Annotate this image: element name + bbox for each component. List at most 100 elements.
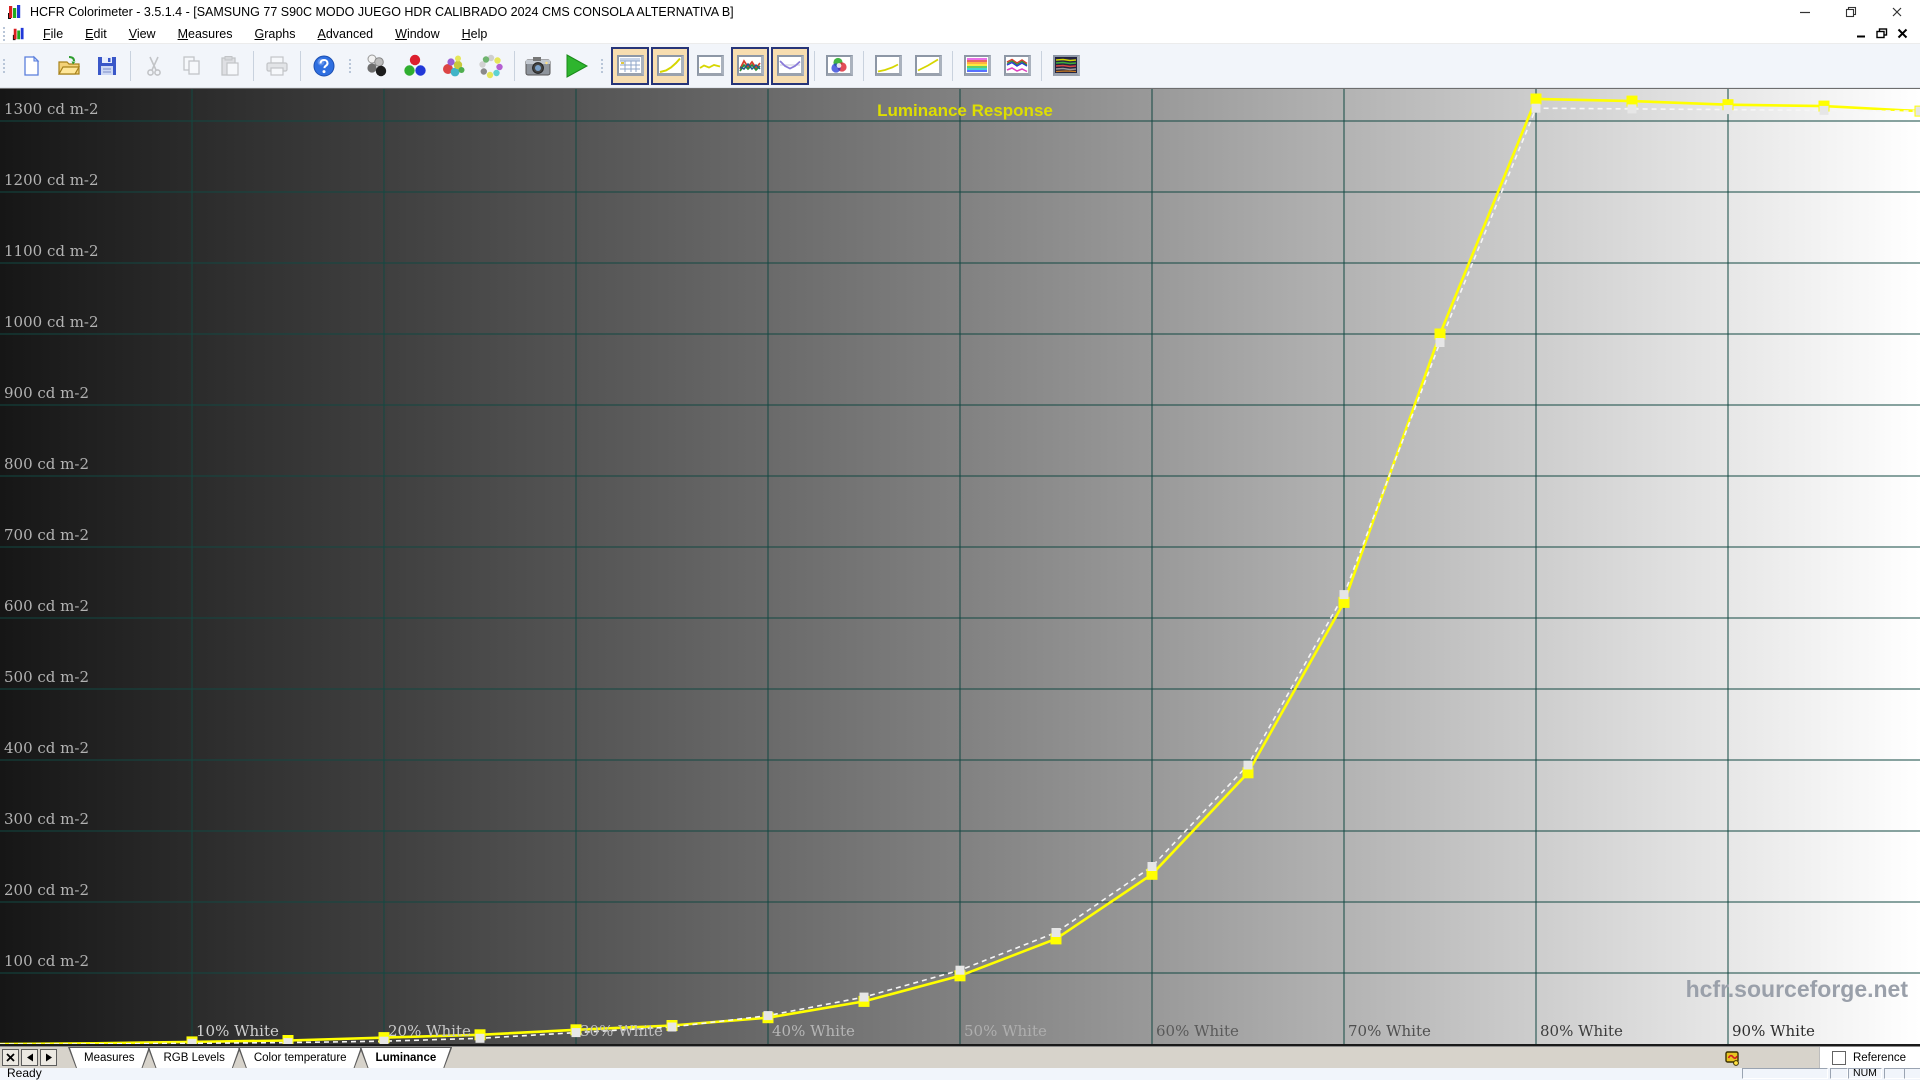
run-measures-button[interactable] bbox=[558, 48, 594, 84]
save-icon bbox=[98, 56, 116, 75]
app-logo-icon bbox=[8, 5, 21, 19]
svg-text:800 cd m-2: 800 cd m-2 bbox=[4, 455, 89, 473]
tab-rgb-levels[interactable]: RGB Levels bbox=[148, 1047, 241, 1068]
graph-color-temperature-button[interactable] bbox=[771, 46, 809, 85]
svg-text:600 cd m-2: 600 cd m-2 bbox=[4, 597, 89, 615]
values-table-icon bbox=[616, 55, 644, 76]
menu-help[interactable]: Help bbox=[451, 26, 499, 42]
sensor-status-icon bbox=[1725, 1050, 1739, 1066]
toolbar-grip-2 bbox=[349, 58, 354, 73]
luminance-chart-plot: 100 cd m-2 200 cd m-2 300 cd m-2 400 cd m-2… bbox=[0, 89, 1920, 1044]
svg-text:40% White: 40% White bbox=[772, 1022, 855, 1040]
primaries-measure-button[interactable] bbox=[397, 48, 433, 84]
new-button[interactable] bbox=[13, 48, 49, 84]
contrast-ratio-icon bbox=[914, 55, 942, 76]
secondaries-measure-button[interactable] bbox=[435, 48, 471, 84]
graph-values-table-button[interactable] bbox=[611, 46, 649, 85]
graph-near-black-button[interactable] bbox=[1047, 47, 1085, 85]
svg-text:200 cd m-2: 200 cd m-2 bbox=[4, 881, 89, 899]
graph-tab-bar: Measures RGB Levels Color temperature Lumin… bbox=[0, 1046, 1920, 1068]
toolbar-separator bbox=[514, 50, 515, 81]
menu-window[interactable]: Window bbox=[384, 26, 450, 42]
restore-button[interactable] bbox=[1828, 0, 1874, 24]
help-icon bbox=[313, 55, 335, 76]
svg-text:20% White: 20% White bbox=[388, 1022, 471, 1040]
grayscale-measure-button[interactable] bbox=[359, 48, 395, 84]
graph-cie-chromaticity-button[interactable] bbox=[820, 47, 858, 85]
graph-all-measures-button[interactable] bbox=[998, 47, 1036, 85]
tab-label: Color temperature bbox=[253, 1051, 347, 1064]
status-pane bbox=[1904, 1068, 1920, 1079]
svg-text:10% White: 10% White bbox=[196, 1022, 279, 1040]
luminance-linear-icon bbox=[874, 55, 902, 76]
paste-button[interactable] bbox=[212, 48, 248, 84]
save-button[interactable] bbox=[89, 48, 125, 84]
tab-label: RGB Levels bbox=[163, 1051, 225, 1064]
tab-luminance[interactable]: Luminance bbox=[360, 1047, 453, 1068]
tab-measures[interactable]: Measures bbox=[68, 1047, 151, 1068]
graph-luminance-linear-button[interactable] bbox=[869, 47, 907, 85]
mdi-close-icon[interactable] bbox=[1897, 28, 1908, 39]
mdi-minimize-icon[interactable] bbox=[1856, 28, 1867, 39]
toolbar-separator bbox=[130, 50, 131, 81]
cut-icon bbox=[147, 56, 161, 76]
menubar-grip bbox=[3, 26, 8, 41]
menu-advanced[interactable]: Advanced bbox=[307, 26, 385, 42]
graph-contrast-ratio-button[interactable] bbox=[909, 47, 947, 85]
graph-rgb-levels-button[interactable] bbox=[731, 46, 769, 85]
svg-text:60% White: 60% White bbox=[1156, 1022, 1239, 1040]
graph-luminance-response-button[interactable] bbox=[651, 46, 689, 85]
toolbar-separator bbox=[952, 50, 953, 81]
svg-text:1000 cd m-2: 1000 cd m-2 bbox=[4, 313, 99, 331]
menu-measures[interactable]: Measures bbox=[167, 26, 244, 42]
restore-icon bbox=[1845, 6, 1857, 18]
reference-label: Reference bbox=[1852, 1051, 1906, 1064]
play-icon bbox=[566, 53, 589, 78]
close-button[interactable] bbox=[1874, 0, 1920, 24]
graph-spectrum-button[interactable] bbox=[958, 47, 996, 85]
svg-text:900 cd m-2: 900 cd m-2 bbox=[4, 384, 89, 402]
tab-label: Measures bbox=[84, 1051, 135, 1064]
toolbar-separator bbox=[814, 50, 815, 81]
mdi-restore-icon[interactable] bbox=[1876, 28, 1888, 39]
svg-text:70% White: 70% White bbox=[1348, 1022, 1431, 1040]
status-num-indicator: NUM bbox=[1848, 1068, 1882, 1079]
window-title: HCFR Colorimeter - 3.5.1.4 - [SAMSUNG 77… bbox=[30, 5, 734, 19]
toolbar-separator bbox=[1041, 50, 1042, 81]
menu-file[interactable]: File bbox=[32, 26, 74, 42]
reference-checkbox[interactable] bbox=[1831, 1050, 1846, 1065]
copy-button[interactable] bbox=[174, 48, 210, 84]
open-button[interactable] bbox=[51, 48, 87, 84]
help-button[interactable] bbox=[306, 48, 342, 84]
tab-color-temperature[interactable]: Color temperature bbox=[238, 1047, 363, 1068]
open-icon bbox=[57, 55, 81, 75]
graph-gamma-tracking-button[interactable] bbox=[691, 47, 729, 85]
print-button[interactable] bbox=[259, 48, 295, 84]
toolbar bbox=[0, 44, 1920, 88]
menu-view[interactable]: View bbox=[118, 26, 167, 42]
toolbar-separator bbox=[300, 50, 301, 81]
minimize-button[interactable] bbox=[1782, 0, 1828, 24]
svg-text:30% White: 30% White bbox=[580, 1022, 663, 1040]
full-palette-measure-button[interactable] bbox=[473, 48, 509, 84]
paste-icon bbox=[221, 55, 239, 76]
menu-graphs[interactable]: Graphs bbox=[244, 26, 307, 42]
tab-scroll-right-button[interactable] bbox=[40, 1049, 57, 1066]
status-ready-text: Ready bbox=[7, 1066, 42, 1080]
toolbar-separator bbox=[863, 50, 864, 81]
svg-text:700 cd m-2: 700 cd m-2 bbox=[4, 526, 89, 544]
gamma-tracking-icon bbox=[696, 55, 724, 76]
luminance-response-icon bbox=[656, 55, 684, 76]
arrow-left-icon bbox=[26, 1053, 33, 1062]
svg-text:Luminance Response: Luminance Response bbox=[877, 101, 1053, 120]
tab-scroll-left-button[interactable] bbox=[21, 1049, 38, 1066]
free-measure-camera-button[interactable] bbox=[520, 48, 556, 84]
menu-edit[interactable]: Edit bbox=[74, 26, 118, 42]
minimize-icon bbox=[1800, 11, 1810, 14]
cut-button[interactable] bbox=[136, 48, 172, 84]
status-pane bbox=[1742, 1068, 1828, 1079]
tab-close-icon bbox=[6, 1053, 15, 1062]
tab-close-button[interactable] bbox=[2, 1049, 19, 1066]
svg-text:300 cd m-2: 300 cd m-2 bbox=[4, 810, 89, 828]
app-logo-icon-small bbox=[12, 27, 24, 40]
